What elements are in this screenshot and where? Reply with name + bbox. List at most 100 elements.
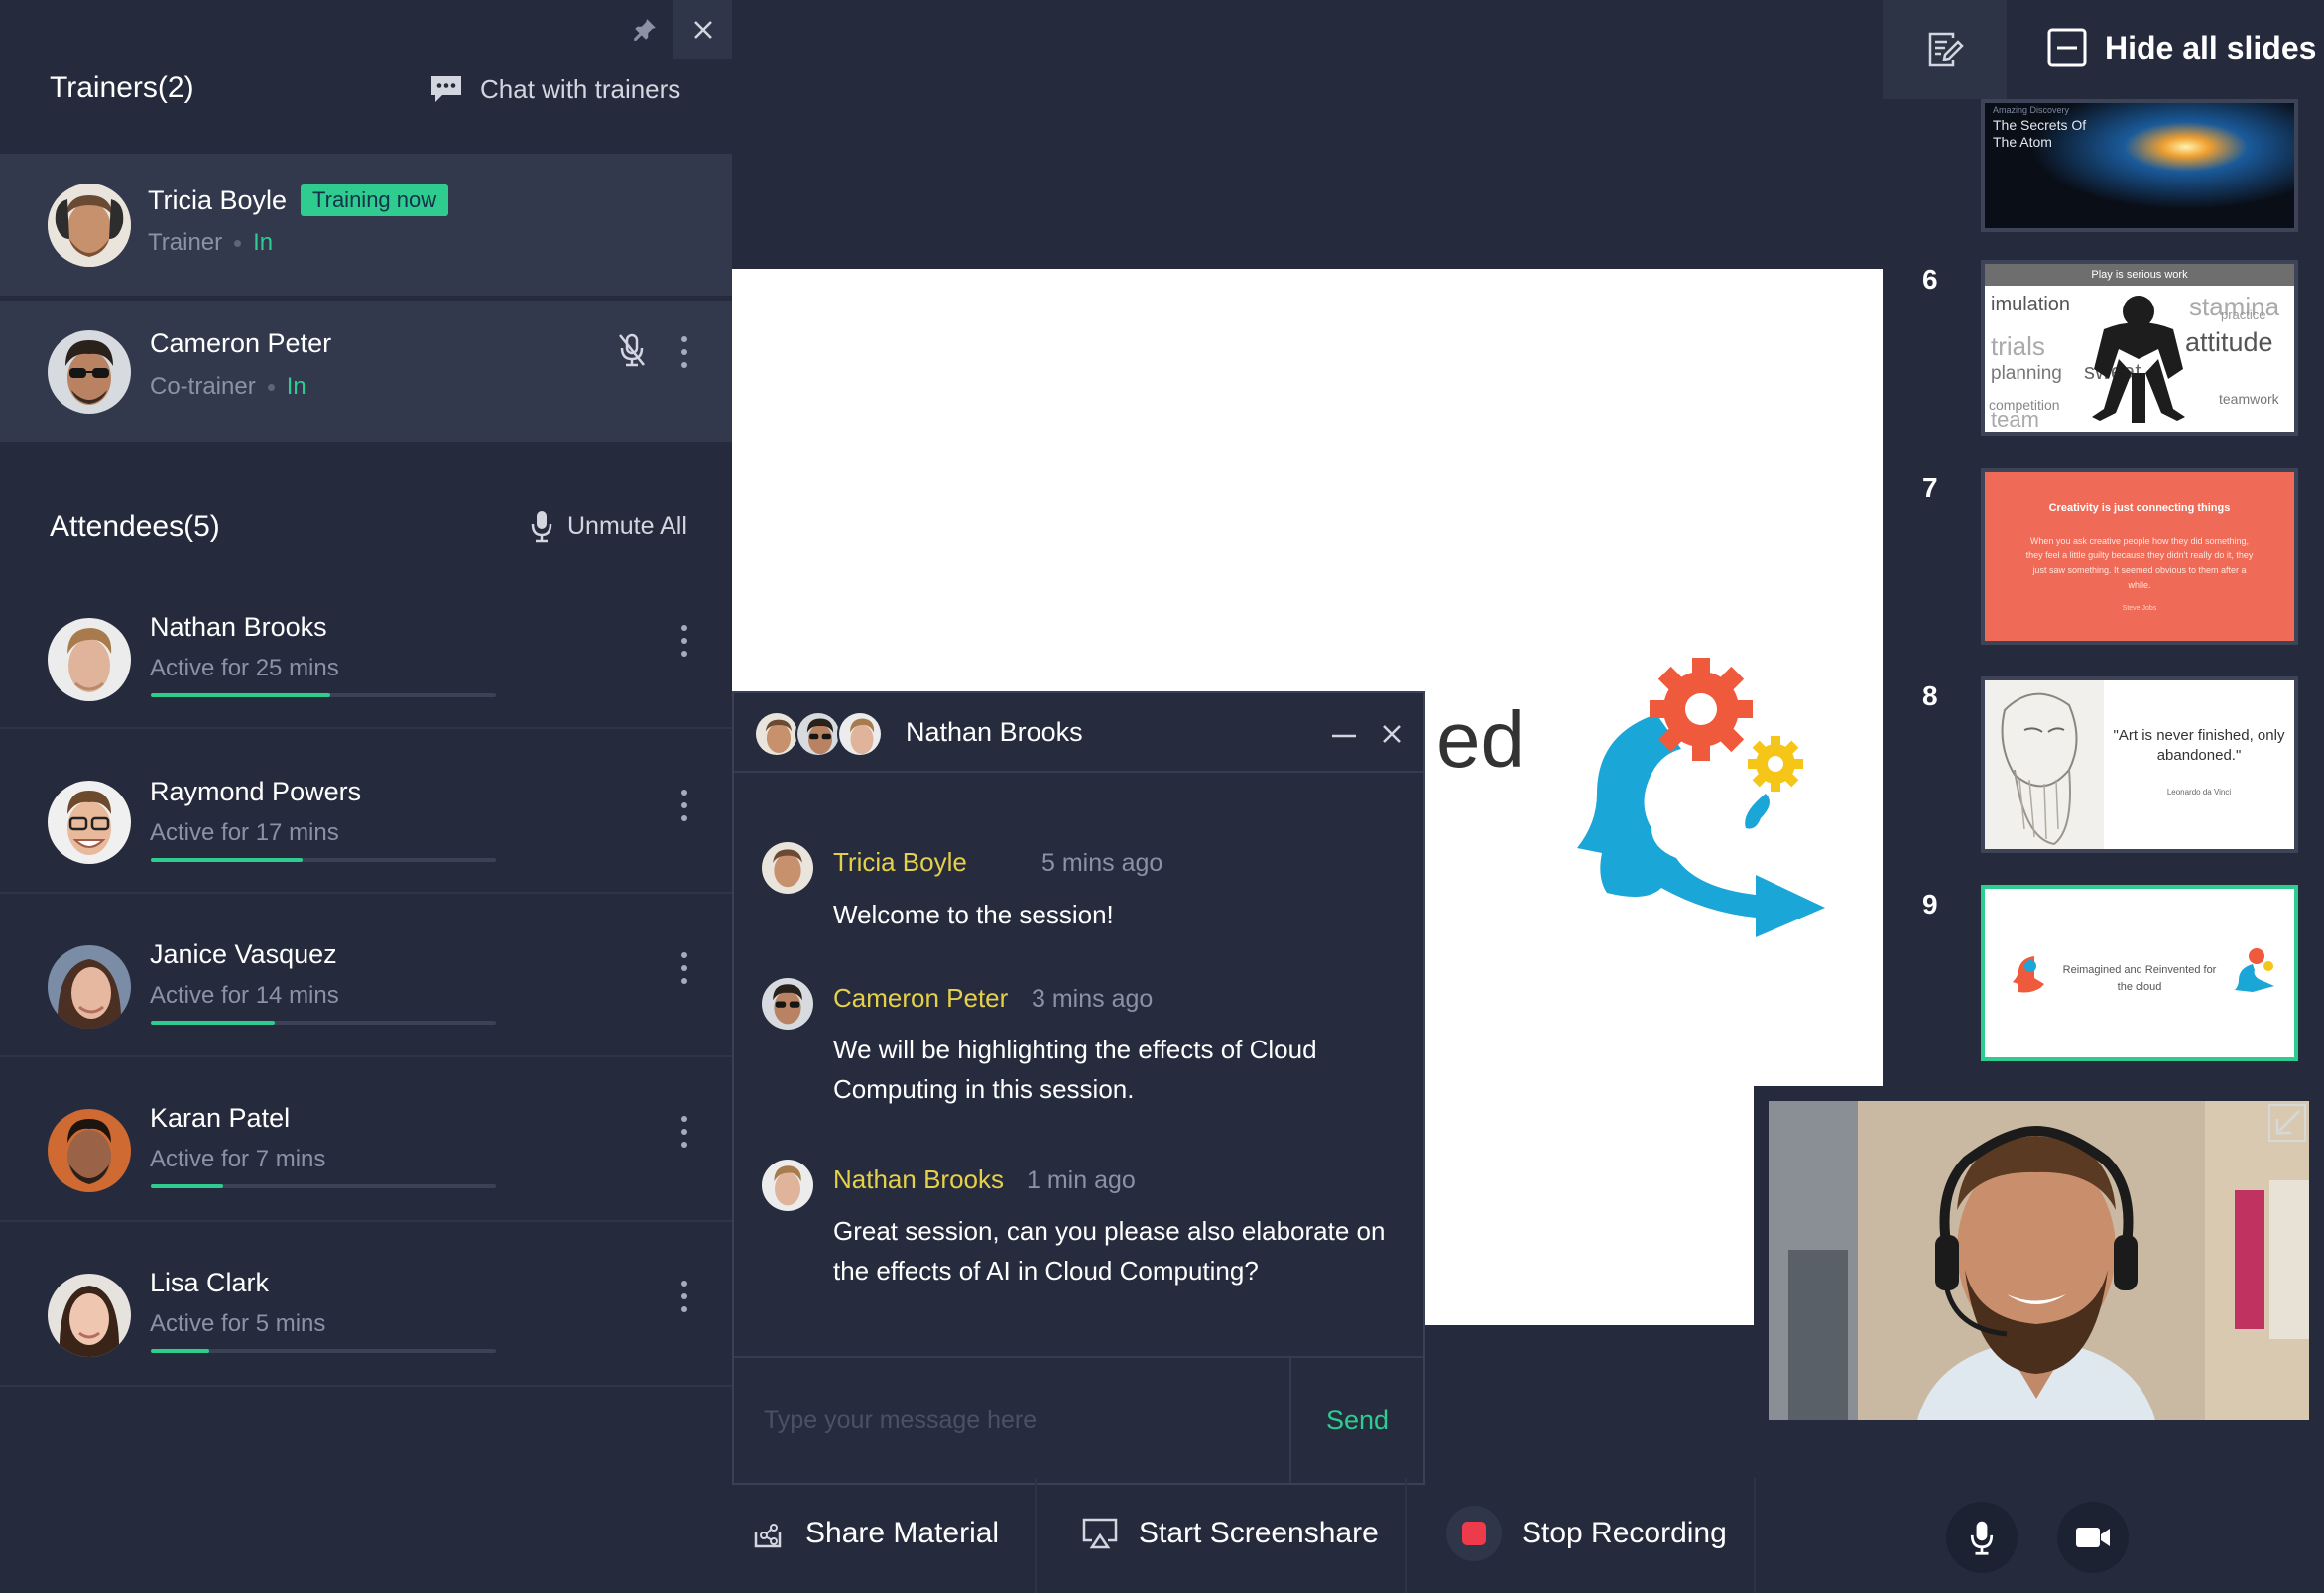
attendee-name: Nathan Brooks — [150, 612, 327, 642]
message-input[interactable] — [734, 1358, 1289, 1483]
slide-thumbnail[interactable]: Amazing Discovery The Secrets Of The Ato… — [1981, 99, 2298, 232]
attendee-name: Raymond Powers — [150, 777, 362, 806]
close-icon — [693, 20, 712, 39]
share-material-button[interactable]: Share Material — [750, 1498, 999, 1569]
record-icon — [1446, 1506, 1502, 1561]
microphone-icon — [1970, 1521, 1994, 1555]
trainer-row[interactable]: Cameron Peter Co-trainer In — [0, 301, 732, 442]
hide-all-slides-button[interactable]: Hide all slides — [2047, 28, 2316, 67]
edit-notes-icon — [1928, 32, 1964, 67]
slide-attribution: Steve Jobs — [2122, 605, 2157, 612]
trainer-name: Tricia Boyle — [148, 185, 288, 215]
avatar — [762, 978, 813, 1030]
trainer-video-feed[interactable] — [1769, 1101, 2309, 1420]
trainer-row[interactable]: Tricia Boyle Training now Trainer In — [0, 154, 732, 296]
activity-progress-bar — [151, 858, 496, 862]
mic-off-icon — [619, 333, 645, 367]
avatar — [48, 945, 131, 1029]
more-options-button[interactable] — [674, 786, 694, 825]
message-text: We will be highlighting the effects of C… — [833, 1035, 1317, 1104]
slide-title: Reimagined and Reinvented for the cloud — [2062, 964, 2217, 993]
camera-toggle-button[interactable] — [2057, 1502, 2129, 1573]
more-options-button[interactable] — [674, 621, 694, 661]
chat-header: Nathan Brooks — [734, 693, 1423, 773]
slide-thumbnail[interactable]: Creativity is just connecting things Whe… — [1981, 468, 2298, 645]
activity-progress-bar — [151, 693, 496, 697]
expand-video-icon[interactable] — [2267, 1103, 2307, 1143]
sketch-portrait-image — [1985, 680, 2104, 849]
head-gears-icon — [2235, 948, 2274, 992]
hide-all-slides-label: Hide all slides — [2105, 29, 2317, 65]
slide-word: teamwork — [2219, 391, 2279, 407]
activity-progress-fill — [151, 693, 330, 697]
send-button[interactable]: Send — [1291, 1358, 1423, 1483]
divider — [0, 1385, 732, 1387]
message-author: Tricia Boyle — [833, 847, 967, 877]
more-options-button[interactable] — [674, 332, 694, 372]
chat-bubble-icon — [431, 76, 461, 102]
separator-dot — [267, 383, 275, 391]
mic-muted-button[interactable] — [615, 332, 649, 368]
collapse-box-icon — [2047, 28, 2087, 67]
slide-number: 9 — [1922, 889, 1938, 919]
activity-progress-bar — [151, 1349, 496, 1353]
message-text: Welcome to the session! — [833, 900, 1114, 929]
activity-progress-fill — [151, 1021, 276, 1025]
head-gears-graphic — [1577, 658, 1825, 937]
presence-status: In — [286, 373, 306, 400]
message-time: 5 mins ago — [1041, 849, 1163, 877]
slide-word: team — [1991, 407, 2039, 431]
divider — [1035, 1478, 1037, 1593]
microphone-toggle-button[interactable] — [1946, 1502, 2018, 1573]
activity-progress-bar — [151, 1184, 496, 1188]
slide-thumbnail-active[interactable]: Reimagined and Reinvented for the cloud — [1981, 885, 2298, 1061]
screenshare-icon — [1082, 1518, 1118, 1549]
avatar — [48, 618, 131, 701]
share-icon — [754, 1524, 782, 1548]
slide-title: Creativity is just connecting things — [2048, 502, 2231, 514]
avatar — [754, 711, 799, 757]
chat-composer: Send — [734, 1356, 1423, 1483]
pin-icon — [633, 18, 656, 41]
slide-title-fragment: ed — [1436, 695, 1525, 784]
unmute-all-button[interactable]: Unmute All — [530, 509, 687, 543]
more-options-button[interactable] — [674, 948, 694, 988]
attendee-name: Lisa Clark — [150, 1268, 270, 1297]
trainer-name: Cameron Peter — [150, 328, 332, 358]
notes-button[interactable] — [1883, 0, 2007, 99]
attendee-name: Karan Patel — [150, 1103, 291, 1133]
pin-panel-button[interactable] — [615, 0, 673, 59]
separator-dot — [234, 239, 242, 247]
message-time: 3 mins ago — [1032, 985, 1154, 1013]
slide-body: When you ask creative people how they di… — [2025, 536, 2254, 590]
slide-word: imulation — [1991, 294, 2071, 315]
slide-thumbnail[interactable]: "Art is never finished, only abandoned."… — [1981, 676, 2298, 853]
presence-status: In — [253, 229, 274, 256]
attendee-name: Janice Vasquez — [150, 939, 337, 969]
more-options-button[interactable] — [674, 1277, 694, 1316]
stop-recording-button[interactable]: Stop Recording — [1446, 1498, 1727, 1569]
slide-number: 7 — [1922, 472, 1938, 503]
head-gears-icon — [2013, 956, 2044, 993]
slide-word: practice — [2221, 307, 2266, 322]
start-screenshare-button[interactable]: Start Screenshare — [1081, 1498, 1379, 1569]
close-panel-button[interactable] — [673, 0, 732, 59]
attendee-row[interactable]: Lisa Clark Active for 5 mins — [0, 1228, 732, 1392]
unmute-all-label: Unmute All — [567, 511, 687, 540]
close-icon[interactable] — [1377, 719, 1407, 749]
trainer-role-status: Co-trainer In — [150, 373, 306, 401]
slide-thumbnail[interactable]: Play is serious work imulation stamina t… — [1981, 260, 2298, 436]
attendee-row[interactable]: Nathan Brooks Active for 25 mins — [0, 570, 732, 734]
chat-with-trainers-button[interactable]: Chat with trainers — [428, 73, 680, 105]
attendee-row[interactable]: Janice Vasquez Active for 14 mins — [0, 900, 732, 1063]
slide-word: trials — [1991, 331, 2045, 361]
divider — [0, 1220, 732, 1222]
avatar — [795, 711, 841, 757]
avatar — [48, 781, 131, 864]
attendee-row[interactable]: Raymond Powers Active for 17 mins — [0, 735, 732, 899]
attendee-row[interactable]: Karan Patel Active for 7 mins — [0, 1063, 732, 1227]
training-now-badge: Training now — [301, 184, 449, 216]
minimize-icon[interactable] — [1329, 721, 1359, 751]
message-author: Cameron Peter — [833, 983, 1009, 1013]
more-options-button[interactable] — [674, 1112, 694, 1152]
